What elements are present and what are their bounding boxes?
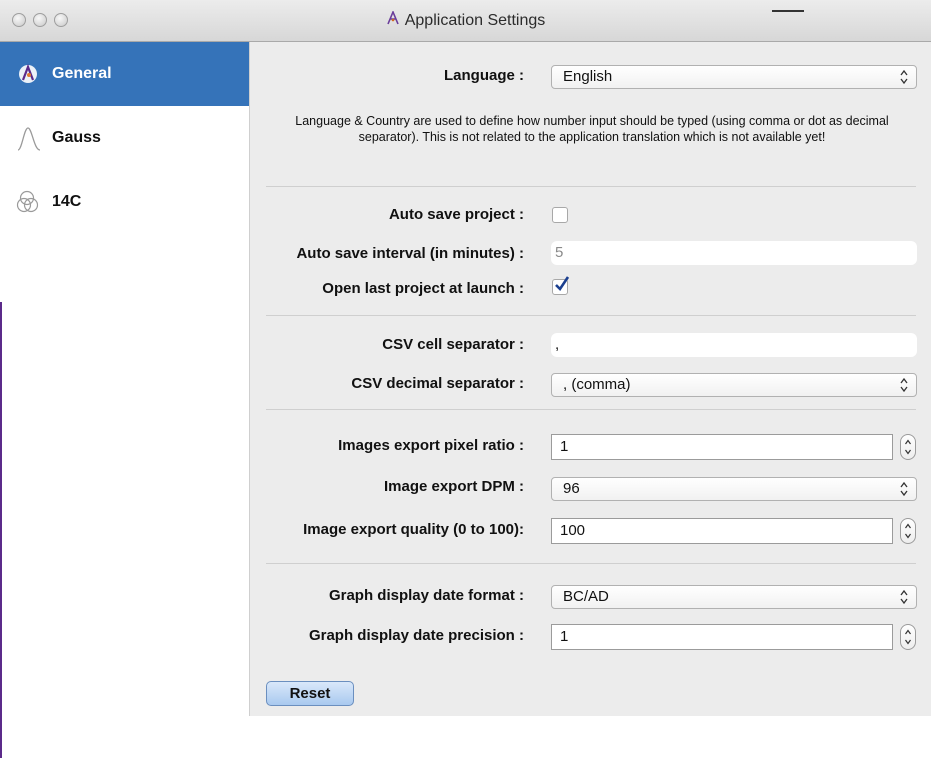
sidebar-item-label: Gauss <box>52 129 101 146</box>
select-arrows-icon <box>900 377 908 393</box>
auto-save-interval-input[interactable]: 5 <box>551 241 917 265</box>
csv-decimal-separator-label: CSV decimal separator : <box>351 375 524 392</box>
date-precision-label: Graph display date precision : <box>308 627 524 644</box>
pixel-ratio-stepper[interactable] <box>900 434 916 460</box>
section-divider <box>266 409 916 410</box>
section-divider <box>266 315 916 316</box>
section-divider <box>266 186 916 187</box>
open-last-project-label: Open last project at launch : <box>322 280 524 297</box>
sidebar-item-general[interactable]: General <box>0 42 249 106</box>
window-title: Application Settings <box>0 0 931 42</box>
sidebar-item-label: 14C <box>52 193 82 210</box>
date-format-value: BC/AD <box>563 588 609 605</box>
auto-save-label: Auto save project : <box>388 206 524 223</box>
date-format-label: Graph display date format : <box>328 587 524 604</box>
language-select[interactable]: English <box>551 65 917 89</box>
select-arrows-icon <box>900 69 908 85</box>
window-title-text: Application Settings <box>404 12 546 30</box>
stepper-arrows-icon <box>905 439 911 455</box>
sidebar-item-label: General <box>52 65 112 82</box>
date-precision-input[interactable]: 1 <box>551 624 893 650</box>
image-quality-label: Image export quality (0 to 100): <box>303 521 524 538</box>
csv-decimal-separator-value: , (comma) <box>563 376 631 393</box>
reset-button[interactable]: Reset <box>266 681 354 706</box>
language-info-text: Language & Country are used to define ho… <box>295 114 889 144</box>
csv-decimal-separator-select[interactable]: , (comma) <box>551 373 917 397</box>
image-quality-stepper[interactable] <box>900 518 916 544</box>
image-dpm-value: 96 <box>563 480 580 497</box>
checkmark-icon <box>555 276 570 292</box>
language-value: English <box>563 68 613 85</box>
auto-save-interval-label: Auto save interval (in minutes) : <box>296 245 524 262</box>
settings-sidebar: General Gauss 14C <box>0 42 250 758</box>
gauss-curve-icon <box>16 124 42 152</box>
image-dpm-label: Image export DPM : <box>383 478 524 495</box>
sidebar-item-14c[interactable]: 14C <box>0 170 249 234</box>
auto-save-checkbox[interactable] <box>552 207 568 223</box>
csv-cell-separator-label: CSV cell separator : <box>382 336 524 353</box>
pixel-ratio-input[interactable]: 1 <box>551 434 893 460</box>
select-arrows-icon <box>900 481 908 497</box>
window-edge-accent <box>0 302 2 758</box>
image-quality-input[interactable]: 100 <box>551 518 893 544</box>
select-arrows-icon <box>900 589 908 605</box>
stepper-arrows-icon <box>905 629 911 645</box>
app-icon <box>386 0 400 42</box>
stepper-arrows-icon <box>905 523 911 539</box>
open-last-project-checkbox[interactable] <box>552 276 570 295</box>
title-bar: Application Settings <box>0 0 931 42</box>
date-format-select[interactable]: BC/AD <box>551 585 917 609</box>
title-bar-line <box>772 10 804 12</box>
general-settings-panel: Language : English Language & Country ar… <box>250 42 931 716</box>
section-divider <box>266 563 916 564</box>
date-precision-stepper[interactable] <box>900 624 916 650</box>
csv-cell-separator-input[interactable]: , <box>551 333 917 357</box>
sidebar-item-gauss[interactable]: Gauss <box>0 106 249 170</box>
chronomodel-icon <box>16 60 42 88</box>
pixel-ratio-label: Images export pixel ratio : <box>338 437 524 454</box>
14c-circles-icon <box>16 188 42 216</box>
image-dpm-select[interactable]: 96 <box>551 477 917 501</box>
language-label: Language : <box>443 67 524 84</box>
